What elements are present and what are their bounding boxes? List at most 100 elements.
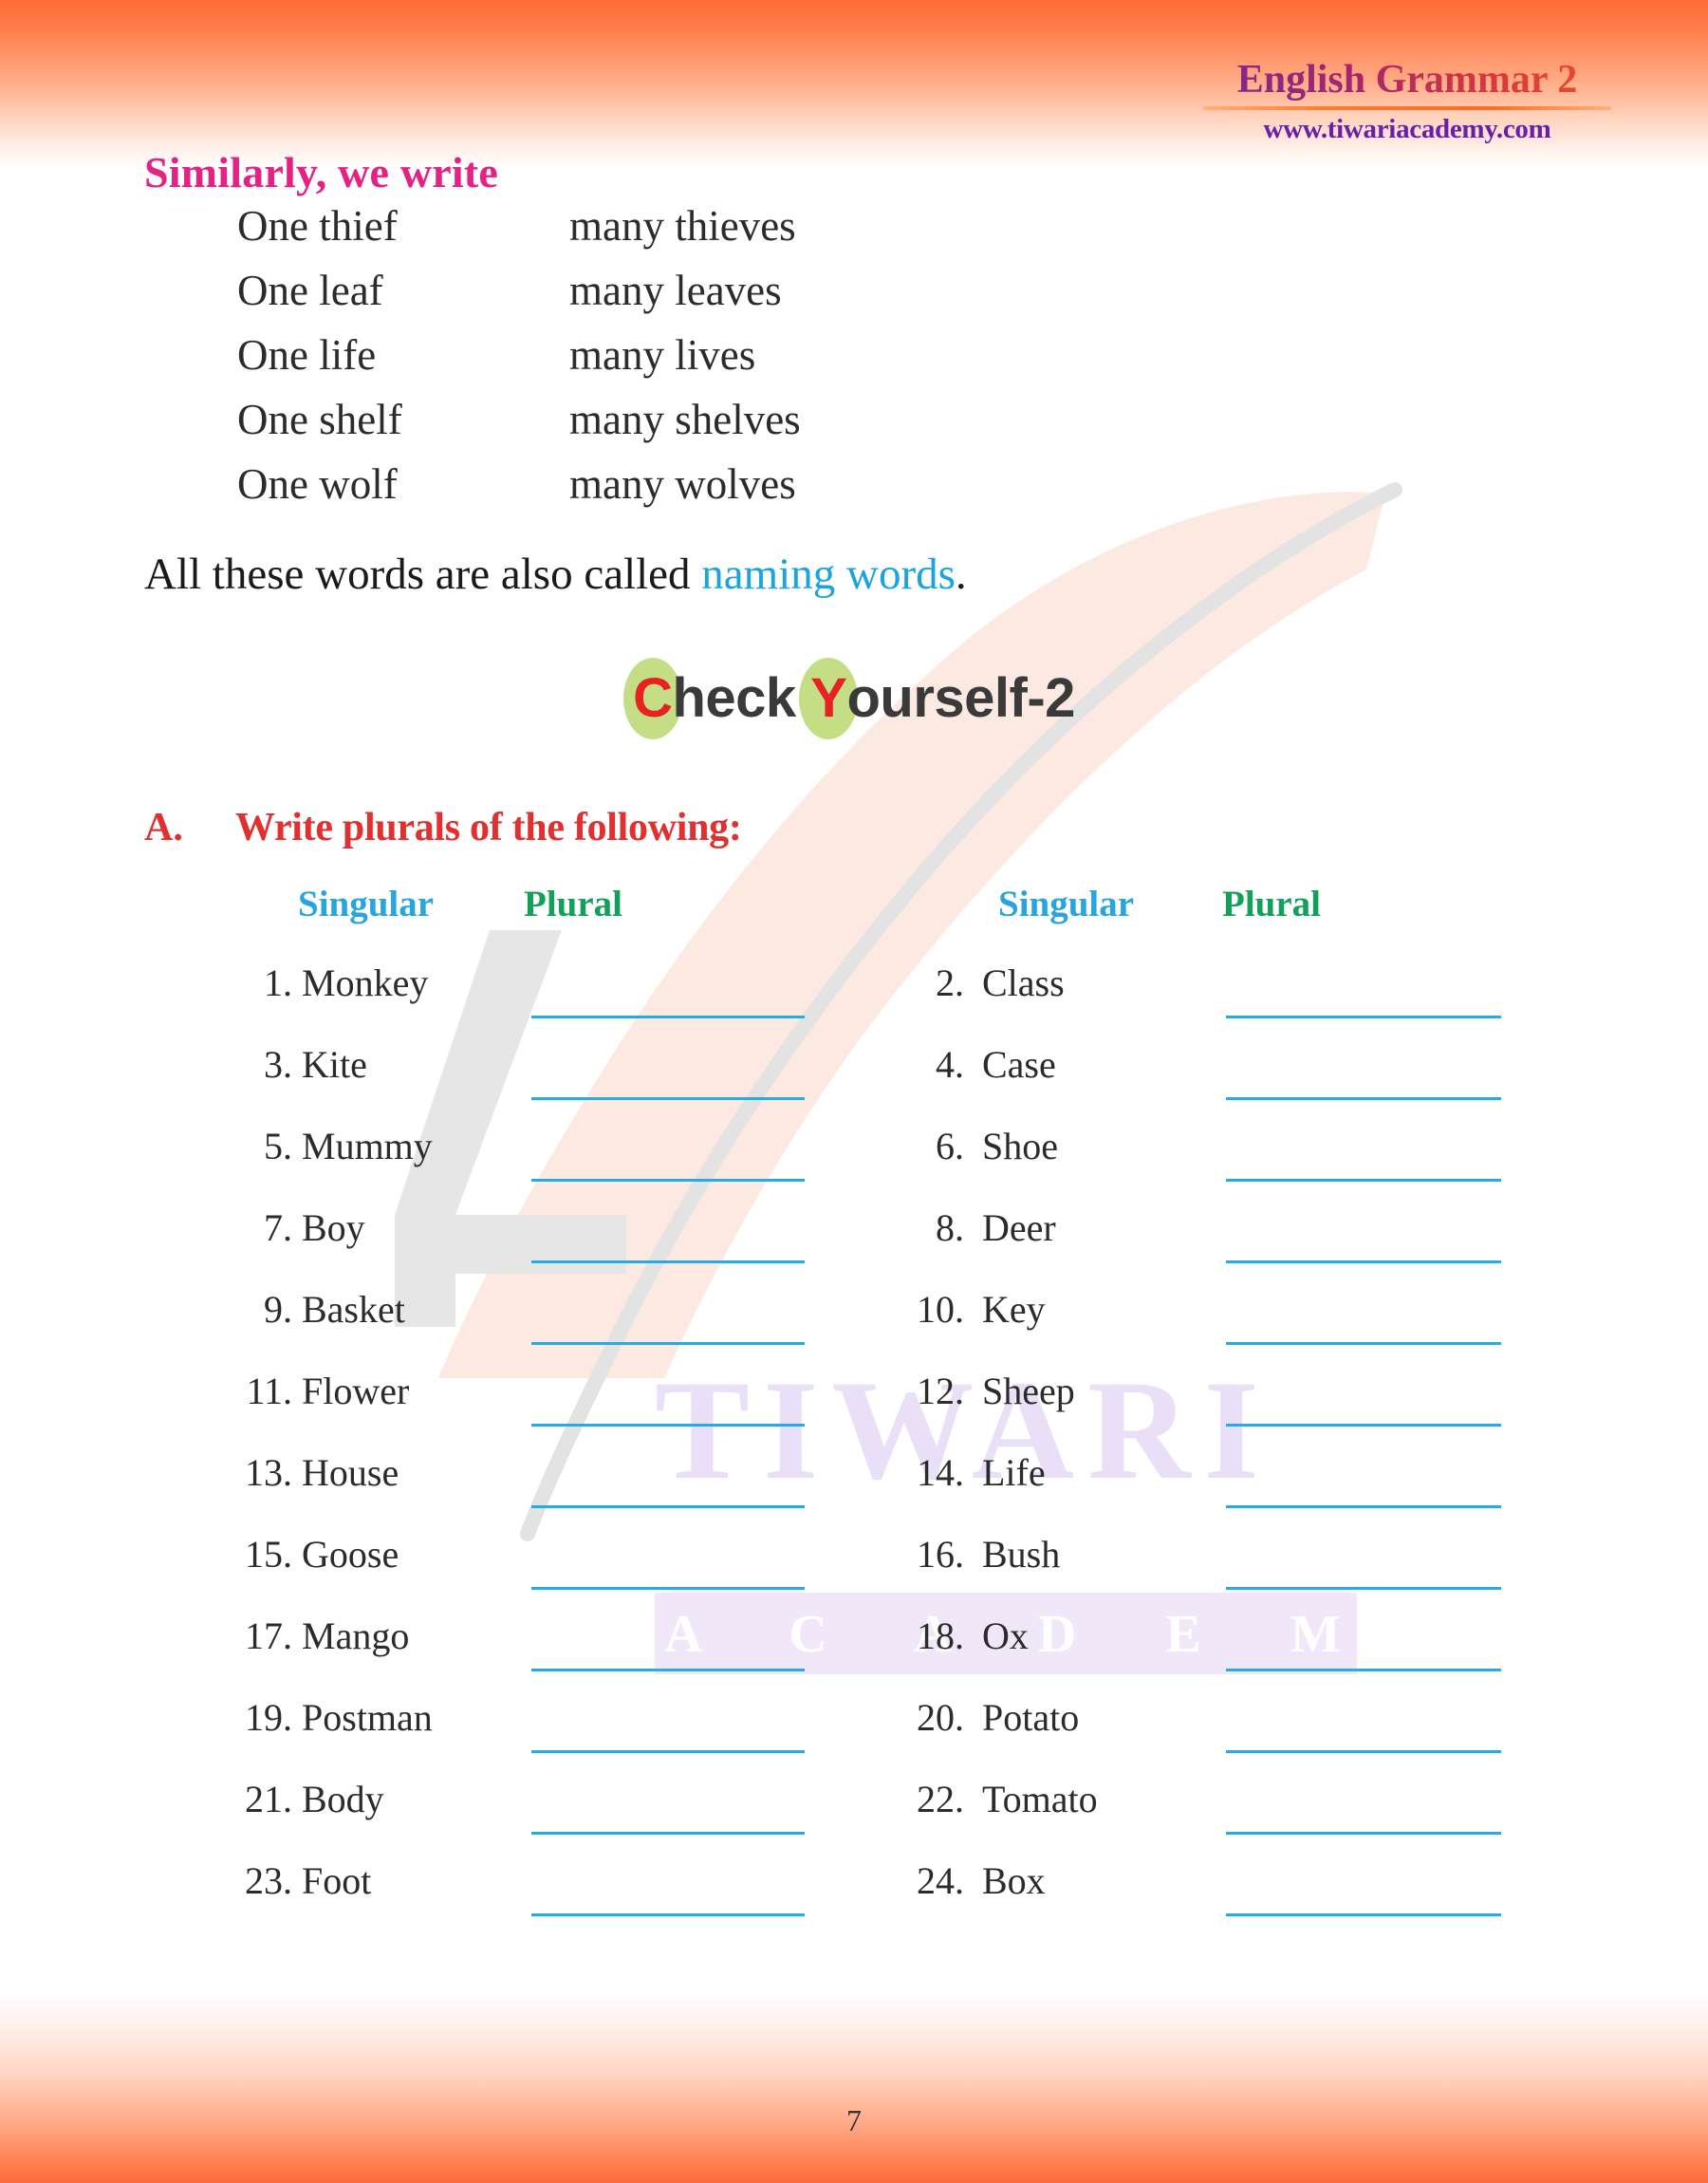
yourself-rest: ourself-2 — [846, 667, 1075, 729]
item-number: 23. — [245, 1859, 292, 1902]
item-number: 24. — [917, 1859, 964, 1902]
check-rest: heck — [672, 667, 796, 729]
pair-singular: One shelf — [237, 396, 402, 443]
item-number: 9. — [264, 1288, 292, 1331]
singular-word: Box — [982, 1859, 1046, 1902]
example-pairs-list: One thief many thieves One leaf many lea… — [237, 201, 1186, 524]
plural-answer-blank[interactable] — [1226, 1913, 1501, 1916]
exercise-row: 19. Postman 20. Potato — [0, 1695, 1708, 1777]
singular-word: Deer — [982, 1206, 1056, 1249]
singular-word: Kite — [302, 1043, 367, 1086]
plural-answer-blank[interactable] — [531, 1505, 805, 1508]
naming-words-sentence: All these words are also called naming w… — [144, 549, 967, 600]
item-number: 13. — [245, 1451, 292, 1494]
col-header-plural-right: Plural — [1222, 884, 1321, 924]
plural-answer-blank[interactable] — [1226, 1750, 1501, 1753]
pair-row: One wolf many wolves — [237, 459, 1186, 524]
naming-highlight: naming words — [701, 550, 956, 599]
pair-plural: many wolves — [569, 460, 796, 508]
worksheet-page: TIWARI A C A D E M Y English Grammar 2 w… — [0, 0, 1708, 2183]
item-number: 5. — [264, 1125, 292, 1167]
plural-answer-blank[interactable] — [531, 1669, 805, 1671]
item-number: 3. — [264, 1043, 292, 1086]
plural-answer-blank[interactable] — [531, 1913, 805, 1916]
singular-word: Bush — [982, 1533, 1061, 1576]
plural-answer-blank[interactable] — [531, 1750, 805, 1753]
plural-answer-blank[interactable] — [1226, 1832, 1501, 1835]
exercise-row: 13. House 14. Life — [0, 1450, 1708, 1532]
pair-plural: many lives — [569, 331, 756, 379]
book-title: English Grammar 2 — [1203, 59, 1611, 104]
plural-answer-blank[interactable] — [1226, 1505, 1501, 1508]
plural-answer-blank[interactable] — [1226, 1097, 1501, 1100]
item-number: 8. — [936, 1206, 964, 1249]
singular-word: Class — [982, 961, 1065, 1004]
plural-answer-blank[interactable] — [1226, 1179, 1501, 1182]
item-number: 11. — [246, 1370, 292, 1412]
naming-suffix: . — [955, 550, 967, 599]
plural-answer-blank[interactable] — [531, 1832, 805, 1835]
plural-answer-blank[interactable] — [1226, 1587, 1501, 1590]
plural-answer-blank[interactable] — [1226, 1669, 1501, 1671]
cap-c-letter: C — [633, 667, 673, 729]
plural-answer-blank[interactable] — [531, 1179, 805, 1182]
pair-row: One leaf many leaves — [237, 266, 1186, 330]
item-number: 1. — [264, 961, 292, 1004]
singular-word: Basket — [302, 1288, 405, 1331]
cap-y-wrap: Y — [799, 657, 859, 739]
website-url[interactable]: www.tiwariacademy.com — [1203, 114, 1611, 145]
singular-word: Case — [982, 1043, 1056, 1086]
pair-row: One shelf many shelves — [237, 395, 1186, 459]
singular-word: Foot — [302, 1859, 372, 1902]
singular-word: Postman — [302, 1696, 433, 1739]
cap-c-wrap: C — [622, 657, 682, 739]
singular-word: House — [302, 1451, 399, 1494]
plural-answer-blank[interactable] — [531, 1587, 805, 1590]
singular-word: Key — [982, 1288, 1046, 1331]
item-number: 6. — [936, 1125, 964, 1167]
item-number: 10. — [917, 1288, 964, 1331]
item-number: 21. — [245, 1778, 292, 1820]
exercise-row: 23. Foot 24. Box — [0, 1858, 1708, 1940]
item-number: 16. — [917, 1533, 964, 1576]
page-number: 7 — [846, 2103, 862, 2137]
item-number: 22. — [917, 1778, 964, 1820]
item-number: 4. — [936, 1043, 964, 1086]
plural-answer-blank[interactable] — [531, 1260, 805, 1263]
section-label: A. — [144, 806, 183, 849]
item-number: 19. — [245, 1696, 292, 1739]
plural-answer-blank[interactable] — [531, 1016, 805, 1018]
pair-singular: One leaf — [237, 267, 383, 314]
singular-word: Flower — [302, 1370, 410, 1412]
plural-answer-blank[interactable] — [1226, 1342, 1501, 1345]
exercise-row: 7. Boy 8. Deer — [0, 1205, 1708, 1287]
plural-answer-blank[interactable] — [531, 1342, 805, 1345]
item-number: 15. — [245, 1533, 292, 1576]
item-number: 7. — [264, 1206, 292, 1249]
section-title: Write plurals of the following: — [235, 806, 742, 849]
singular-word: Life — [982, 1451, 1046, 1494]
plural-answer-blank[interactable] — [1226, 1016, 1501, 1018]
singular-word: Mango — [302, 1614, 410, 1657]
exercise-row: 5. Mummy 6. Shoe — [0, 1124, 1708, 1205]
pair-singular: One wolf — [237, 460, 398, 508]
exercise-row: 21. Body 22. Tomato — [0, 1777, 1708, 1858]
plural-answer-blank[interactable] — [1226, 1260, 1501, 1263]
col-header-singular-left: Singular — [298, 884, 435, 924]
item-number: 2. — [936, 961, 964, 1004]
plural-answer-blank[interactable] — [531, 1097, 805, 1100]
exercise-row: 9. Basket 10. Key — [0, 1287, 1708, 1369]
singular-word: Monkey — [302, 961, 429, 1004]
singular-word: Shoe — [982, 1125, 1058, 1167]
singular-word: Body — [302, 1778, 384, 1820]
similarly-heading: Similarly, we write — [144, 148, 498, 196]
pair-plural: many thieves — [569, 202, 796, 250]
pair-singular: One thief — [237, 202, 398, 250]
naming-prefix: All these words are also called — [144, 550, 702, 599]
exercise-row: 15. Goose 16. Bush — [0, 1532, 1708, 1614]
plural-answer-blank[interactable] — [531, 1424, 805, 1427]
check-yourself-title: Check Yourself-2 — [0, 657, 1708, 739]
exercise-row: 1. Monkey 2. Class — [0, 961, 1708, 1042]
exercise-row: 17. Mango 18. Ox — [0, 1614, 1708, 1695]
plural-answer-blank[interactable] — [1226, 1424, 1501, 1427]
